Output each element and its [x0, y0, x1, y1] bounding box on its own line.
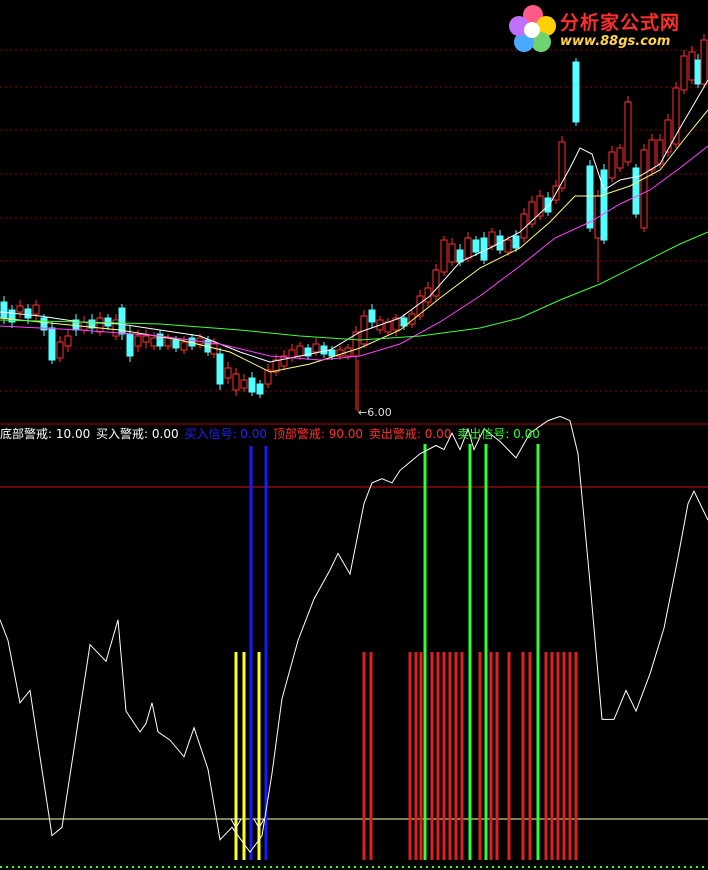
down-candle — [472, 239, 480, 253]
indicator-legend: 底部警戒: 10.00 买入警戒: 0.00 买入信号: 0.00 顶部警戒: … — [0, 426, 542, 442]
up-candle — [416, 295, 424, 317]
up-candle — [32, 304, 40, 315]
logo-title: 分析家公式网 — [560, 12, 681, 34]
up-candle — [488, 231, 496, 247]
up-candle — [96, 317, 104, 333]
down-candle — [632, 167, 640, 215]
down-candle — [544, 197, 552, 213]
up-candle — [232, 373, 240, 391]
legend-item: 买入警戒: 0.00 — [96, 427, 183, 441]
logo-url: www.88gs.com — [560, 34, 671, 49]
up-candle — [296, 345, 304, 357]
up-candle — [180, 341, 188, 351]
up-candle — [164, 337, 172, 347]
down-candle — [256, 383, 264, 395]
down-candle — [600, 169, 608, 241]
down-candle — [328, 349, 336, 357]
up-candle — [464, 237, 472, 259]
up-candle — [64, 335, 72, 347]
flower-logo-icon — [509, 5, 556, 52]
oscillator-line — [0, 415, 708, 854]
down-candle — [320, 345, 328, 355]
down-candle — [216, 353, 224, 385]
down-candle — [104, 317, 112, 327]
legend-item: 买入信号: 0.00 — [184, 427, 271, 441]
down-candle — [24, 308, 32, 319]
up-candle — [440, 239, 448, 273]
up-candle — [504, 239, 512, 253]
site-logo[interactable]: 分析家公式网 www.88gs.com — [508, 2, 708, 58]
down-candle — [172, 339, 180, 349]
low-marker-label: ←6.00 — [358, 406, 392, 419]
down-candle — [248, 377, 256, 393]
legend-item: 底部警戒: 10.00 — [0, 427, 95, 441]
up-candle — [608, 151, 616, 179]
legend-item: 卖出信号: 0.00 — [457, 427, 540, 441]
down-candle — [48, 327, 56, 361]
up-candle — [640, 149, 648, 229]
up-candle — [150, 337, 158, 347]
up-candle — [664, 119, 672, 153]
down-candle — [586, 165, 594, 229]
up-candle — [142, 335, 150, 343]
down-candle — [456, 249, 464, 263]
up-candle — [616, 147, 624, 169]
up-candle — [16, 305, 24, 313]
down-candle — [480, 237, 488, 261]
up-candle — [448, 243, 456, 263]
up-candle — [224, 367, 232, 379]
down-candle — [572, 61, 580, 123]
up-candle — [624, 101, 632, 163]
up-candle — [680, 55, 688, 91]
up-candle — [240, 379, 248, 389]
down-candle — [368, 309, 376, 323]
up-candle — [424, 287, 432, 303]
up-candle — [312, 343, 320, 353]
up-candle — [384, 321, 392, 333]
down-candle — [512, 235, 520, 249]
down-candle — [126, 333, 134, 357]
up-candle — [134, 335, 142, 347]
legend-item: 卖出警戒: 0.00 — [368, 427, 456, 441]
legend-item: 顶部警戒: 90.00 — [272, 427, 367, 441]
up-candle — [56, 341, 64, 359]
up-candle — [558, 141, 566, 189]
down-candle — [694, 59, 702, 85]
up-candle — [648, 139, 656, 171]
down-candle — [0, 301, 8, 319]
